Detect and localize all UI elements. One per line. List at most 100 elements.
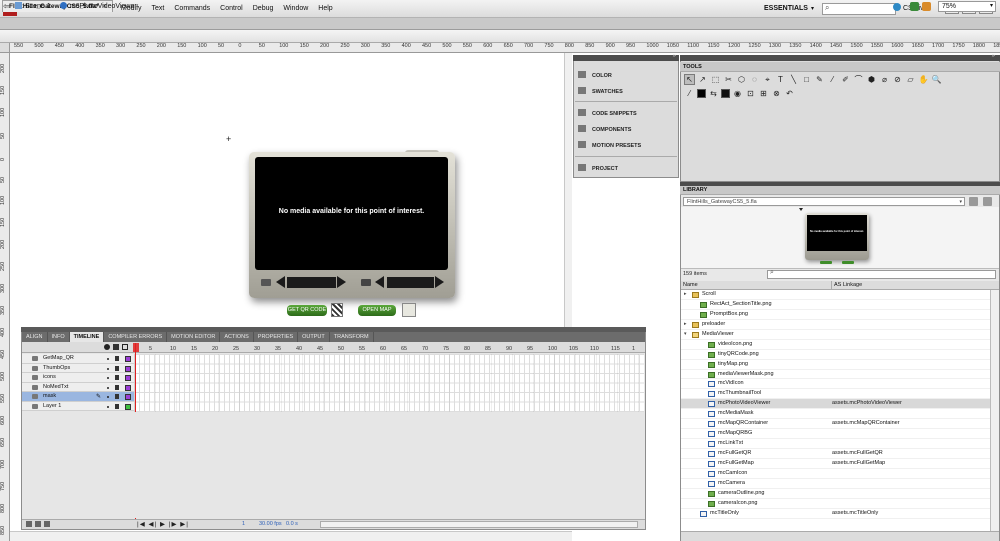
library-vertical-scrollbar[interactable] bbox=[990, 290, 999, 531]
delete-layer-icon[interactable] bbox=[44, 521, 50, 527]
tab-align[interactable]: ALIGN bbox=[22, 332, 48, 342]
visibility-dot-icon[interactable] bbox=[107, 377, 109, 379]
tool-option-3-icon[interactable]: ⊡ bbox=[745, 88, 756, 99]
tab-actions[interactable]: ACTIONS bbox=[220, 332, 254, 342]
collapse-arrows-icon[interactable]: » bbox=[673, 53, 676, 59]
library-item[interactable]: ▾ MediaViewer bbox=[681, 330, 990, 340]
help-search-input[interactable]: ⌕ bbox=[822, 3, 896, 15]
library-item[interactable]: mcCamIcon bbox=[681, 469, 990, 479]
breadcrumb-symbol[interactable]: mcPhotoVideoViewer bbox=[60, 0, 137, 13]
photo-prev-arrow-icon[interactable] bbox=[276, 276, 285, 288]
library-item[interactable]: mcMapQRBG bbox=[681, 429, 990, 440]
layer-color-swatch[interactable] bbox=[125, 403, 131, 410]
layer-row[interactable]: GetMap_QR bbox=[22, 354, 134, 364]
menu-control[interactable]: Control bbox=[215, 0, 248, 18]
stroke-color-swatch[interactable] bbox=[697, 89, 706, 98]
dock-panel-motion-presets[interactable]: MOTION PRESETS bbox=[578, 141, 641, 150]
library-item[interactable]: tinyMap.png bbox=[681, 360, 990, 370]
layer-color-swatch[interactable] bbox=[125, 384, 131, 391]
menu-debug[interactable]: Debug bbox=[248, 0, 279, 18]
library-item[interactable]: mcMediaMask bbox=[681, 409, 990, 420]
library-item[interactable]: mcMapQRContainer assets.mcMapQRContainer bbox=[681, 419, 990, 430]
back-arrow-icon[interactable]: ⇦ bbox=[3, 0, 11, 13]
tool-9-icon[interactable]: □ bbox=[801, 74, 812, 85]
zoom-select[interactable]: 75% ▾ bbox=[938, 1, 996, 12]
fill-color-swatch[interactable] bbox=[721, 89, 730, 98]
dock-panel-swatches[interactable]: SWATCHES bbox=[578, 87, 623, 96]
visibility-dot-icon[interactable] bbox=[107, 396, 109, 398]
eye-icon[interactable] bbox=[104, 344, 110, 350]
tool-3-icon[interactable]: ✂ bbox=[723, 74, 734, 85]
lock-icon[interactable] bbox=[115, 365, 119, 371]
library-item[interactable]: cameraOutline.png bbox=[681, 489, 990, 499]
tool-6-icon[interactable]: ⌖ bbox=[762, 74, 773, 85]
library-item[interactable]: mcTitleOnly assets.mcTitleOnly bbox=[681, 509, 990, 519]
tool-4-icon[interactable]: ⬡ bbox=[736, 74, 747, 85]
tool-16-icon[interactable]: ⊘ bbox=[892, 74, 903, 85]
lock-icon[interactable] bbox=[115, 394, 119, 399]
tool-17-icon[interactable]: ▱ bbox=[905, 74, 916, 85]
frame-rate[interactable]: 30.00 fps bbox=[259, 521, 282, 527]
lock-icon[interactable] bbox=[115, 384, 119, 390]
tool-7-icon[interactable]: T bbox=[775, 74, 786, 85]
library-item[interactable]: mcPhotoVideoViewer assets.mcPhotoVideoVie… bbox=[681, 399, 990, 410]
outline-icon[interactable] bbox=[122, 344, 128, 350]
tool-8-icon[interactable]: ╲ bbox=[788, 74, 799, 85]
playback-controls[interactable]: |◀ ◀| ▶ |▶ ▶| bbox=[137, 520, 189, 528]
tool-5-icon[interactable]: ◌ bbox=[749, 74, 760, 85]
menu-commands[interactable]: Commands bbox=[169, 0, 215, 18]
tool-option-5-icon[interactable]: ⊗ bbox=[771, 88, 782, 99]
new-folder-icon[interactable] bbox=[35, 521, 41, 527]
linkage-column-header[interactable]: AS Linkage bbox=[831, 281, 862, 290]
menu-text[interactable]: Text bbox=[147, 0, 170, 18]
layer-row[interactable]: Layer 1 bbox=[22, 401, 134, 411]
stroke-pencil-icon[interactable]: ⁄ bbox=[684, 88, 695, 99]
tool-option-2-icon[interactable]: ◉ bbox=[732, 88, 743, 99]
video-prev-arrow-icon[interactable] bbox=[375, 276, 384, 288]
photo-next-arrow-icon[interactable] bbox=[337, 276, 346, 288]
breadcrumb-scene[interactable]: Scene 1 bbox=[15, 0, 51, 13]
library-item[interactable]: mcFullGetMap assets.mcFullGetMap bbox=[681, 459, 990, 469]
workspace-switcher[interactable]: ESSENTIALS ▾ bbox=[764, 3, 814, 15]
library-item[interactable]: tinyQRCode.png bbox=[681, 350, 990, 360]
layer-row[interactable]: mask ✎ bbox=[22, 392, 134, 402]
library-item[interactable]: cameraIcon.png bbox=[681, 499, 990, 509]
library-item[interactable]: ▸ Scroll bbox=[681, 290, 990, 300]
library-item[interactable]: mediaViewerMask.png bbox=[681, 370, 990, 380]
tool-11-icon[interactable]: ⁄ bbox=[827, 74, 838, 85]
expanded-arrow-icon[interactable]: ▾ bbox=[684, 330, 687, 340]
visibility-dot-icon[interactable] bbox=[107, 405, 109, 408]
library-item[interactable]: mcFullGetQR assets.mcFullGetQR bbox=[681, 449, 990, 459]
layer-color-swatch[interactable] bbox=[125, 365, 131, 372]
menu-help[interactable]: Help bbox=[313, 0, 337, 18]
lock-icon[interactable] bbox=[115, 356, 119, 361]
library-item[interactable]: PromptBox.png bbox=[681, 310, 990, 320]
tools-panel-grip[interactable]: » bbox=[680, 53, 1000, 61]
edit-symbols-icon[interactable] bbox=[922, 2, 931, 11]
lock-icon[interactable] bbox=[115, 375, 119, 380]
current-frame[interactable]: 1 bbox=[242, 521, 245, 527]
layer-color-swatch[interactable] bbox=[125, 394, 131, 400]
visibility-dot-icon[interactable] bbox=[107, 367, 109, 370]
fill-bucket-icon[interactable]: ⇆ bbox=[708, 88, 719, 99]
library-item[interactable]: mcCamera bbox=[681, 479, 990, 489]
tool-12-icon[interactable]: ✐ bbox=[840, 74, 851, 85]
library-document-select[interactable]: FlintHills_GatewayCS5_5.fla ▾ bbox=[683, 197, 965, 206]
layer-row[interactable]: NoMedTxt bbox=[22, 382, 134, 392]
tool-0-icon[interactable]: ↖ bbox=[684, 74, 695, 85]
visibility-dot-icon[interactable] bbox=[107, 386, 109, 389]
dock-panel-project[interactable]: PROJECT bbox=[578, 164, 618, 173]
lock-icon[interactable] bbox=[115, 403, 119, 409]
layer-color-swatch[interactable] bbox=[125, 375, 131, 381]
tool-2-icon[interactable]: ⬚ bbox=[710, 74, 721, 85]
stage-vertical-scrollbar[interactable] bbox=[564, 53, 572, 328]
tab-properties[interactable]: PROPERTIES bbox=[254, 332, 299, 342]
timeline-horizontal-scrollbar[interactable] bbox=[320, 521, 638, 528]
play-preview-icon[interactable] bbox=[799, 208, 803, 211]
pin-library-icon[interactable] bbox=[969, 197, 978, 206]
library-item[interactable]: mcThumbnailTool bbox=[681, 389, 990, 400]
tool-19-icon[interactable]: 🔍 bbox=[931, 74, 942, 85]
tab-timeline[interactable]: TIMELINE bbox=[69, 332, 105, 342]
tool-13-icon[interactable]: ⌒ bbox=[853, 74, 864, 85]
tab-compiler-errors[interactable]: COMPILER ERRORS bbox=[104, 332, 168, 342]
